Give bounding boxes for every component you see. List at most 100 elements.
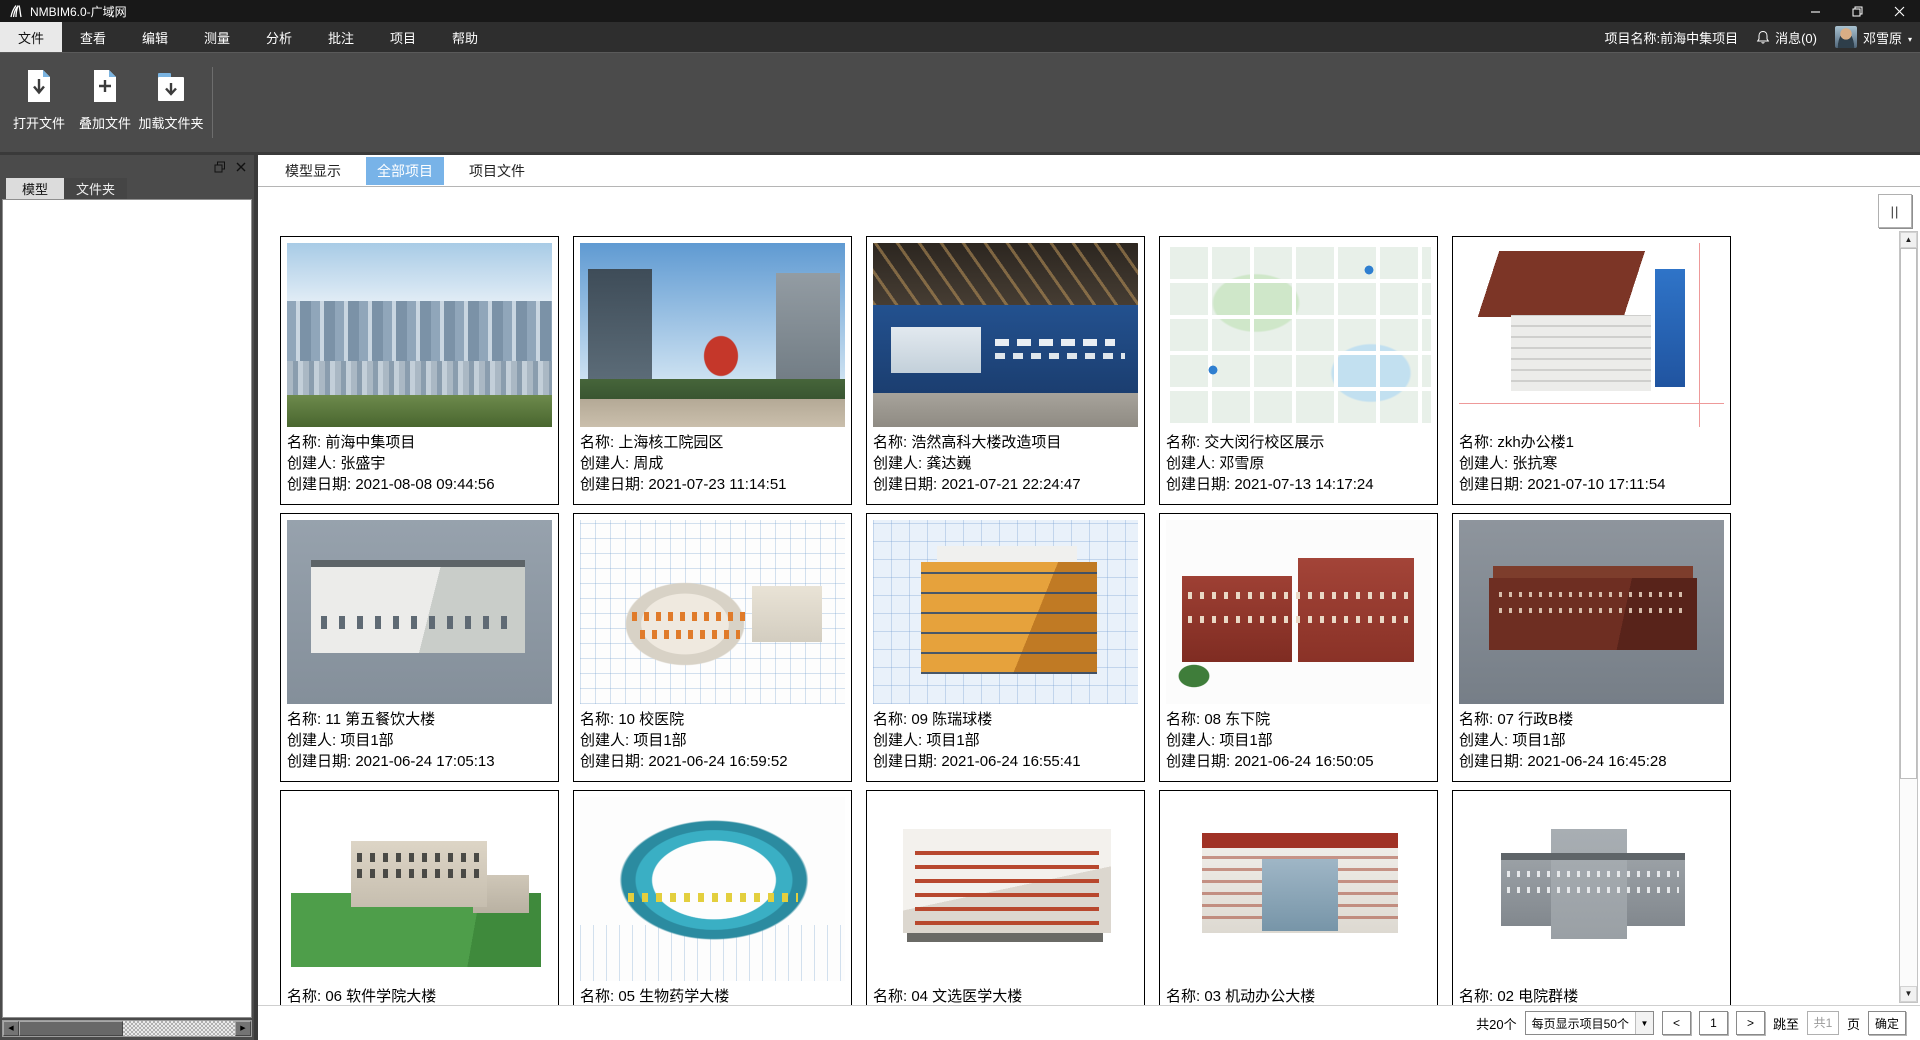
tab-folder-label: 文件夹 [76, 179, 115, 198]
tab-project-files-label: 项目文件 [469, 163, 525, 179]
project-name: 名称: 05 生物药学大楼 [580, 986, 845, 1005]
load-folder-button[interactable]: 加载文件夹 [138, 59, 204, 152]
user-menu[interactable]: 邓雪原 ▾ [1835, 26, 1912, 48]
left-panel-hscrollbar[interactable]: ◀ ▶ [2, 1020, 252, 1037]
project-card[interactable]: 名称: 交大闵行校区展示创建人: 邓雪原创建日期: 2021-07-13 14:… [1159, 236, 1438, 505]
menu-item-编辑[interactable]: 编辑 [124, 22, 186, 52]
chevron-down-icon: ▾ [1908, 35, 1912, 44]
next-page-button[interactable]: > [1736, 1011, 1765, 1035]
project-info: 名称: 07 行政B楼创建人: 项目1部创建日期: 2021-06-24 16:… [1459, 709, 1724, 772]
float-panel-icon[interactable] [214, 161, 226, 173]
project-card[interactable]: 名称: 02 电院群楼 [1452, 790, 1731, 1005]
overlay-file-label: 叠加文件 [79, 113, 131, 132]
left-panel-header [0, 155, 254, 178]
project-info: 名称: 05 生物药学大楼 [580, 986, 845, 1005]
menu-item-批注[interactable]: 批注 [310, 22, 372, 52]
close-panel-icon[interactable] [235, 161, 247, 173]
project-name: 名称: zkh办公楼1 [1459, 432, 1724, 453]
jump-page-input[interactable] [1807, 1011, 1839, 1035]
menu-item-文件[interactable]: 文件 [0, 22, 62, 52]
project-card[interactable]: 名称: zkh办公楼1创建人: 张抗寒创建日期: 2021-07-10 17:1… [1452, 236, 1731, 505]
file-overlay-icon [90, 68, 120, 104]
tab-project-files[interactable]: 项目文件 [458, 157, 536, 185]
project-creator: 创建人: 周成 [580, 453, 845, 474]
project-grid: 名称: 前海中集项目创建人: 张盛宇创建日期: 2021-08-08 09:44… [258, 187, 1880, 1005]
project-name: 名称: 07 行政B楼 [1459, 709, 1724, 730]
project-date: 创建日期: 2021-06-24 17:05:13 [287, 751, 552, 772]
project-name: 名称: 浩然高科大楼改造项目 [873, 432, 1138, 453]
scroll-down-icon[interactable]: ▼ [1900, 986, 1917, 1002]
left-panel-tabs: 模型 文件夹 [0, 178, 254, 199]
project-card[interactable]: 名称: 05 生物药学大楼 [573, 790, 852, 1005]
prev-page-button[interactable]: < [1662, 1011, 1691, 1035]
scroll-right-icon[interactable]: ▶ [235, 1021, 251, 1036]
project-card[interactable]: 名称: 06 软件学院大楼 [280, 790, 559, 1005]
restore-button[interactable] [1836, 0, 1878, 22]
menu-item-帮助[interactable]: 帮助 [434, 22, 496, 52]
admin-model-thumbnail [1459, 520, 1724, 704]
load-folder-label: 加载文件夹 [138, 113, 203, 132]
pause-icon: || [1891, 204, 1900, 219]
project-card[interactable]: 名称: 09 陈瑞球楼创建人: 项目1部创建日期: 2021-06-24 16:… [866, 513, 1145, 782]
menu-item-查看[interactable]: 查看 [62, 22, 124, 52]
tab-model[interactable]: 模型 [6, 178, 64, 199]
model-tree-view[interactable] [2, 199, 252, 1018]
scroll-left-icon[interactable]: ◀ [3, 1021, 19, 1036]
open-file-button[interactable]: 打开文件 [6, 59, 72, 152]
project-info: 名称: 09 陈瑞球楼创建人: 项目1部创建日期: 2021-06-24 16:… [873, 709, 1138, 772]
main-vscrollbar[interactable]: ▲ ▼ [1899, 231, 1918, 1003]
ee-complex-model-thumbnail [1459, 797, 1724, 981]
project-info: 名称: 浩然高科大楼改造项目创建人: 龚达巍创建日期: 2021-07-21 2… [873, 432, 1138, 495]
tab-model-label: 模型 [22, 179, 48, 198]
bell-icon [1756, 30, 1770, 44]
page-size-select[interactable]: 每页显示项目50个 ▼ [1525, 1011, 1654, 1035]
project-date: 创建日期: 2021-06-24 16:50:05 [1166, 751, 1431, 772]
menu-item-项目[interactable]: 项目 [372, 22, 434, 52]
tab-model-display-label: 模型显示 [285, 163, 341, 179]
wenxuan-model-thumbnail [873, 797, 1138, 981]
hscroll-thumb[interactable] [19, 1021, 123, 1036]
project-info: 名称: 08 东下院创建人: 项目1部创建日期: 2021-06-24 16:5… [1166, 709, 1431, 772]
current-page-button[interactable]: 1 [1699, 1011, 1728, 1035]
city-aerial-thumbnail [287, 243, 552, 427]
project-name-label: 项目名称:前海中集项目 [1604, 28, 1738, 47]
project-card[interactable]: 名称: 11 第五餐饮大楼创建人: 项目1部创建日期: 2021-06-24 1… [280, 513, 559, 782]
left-panel: 模型 文件夹 ◀ ▶ [0, 155, 258, 1040]
minimize-button[interactable] [1794, 0, 1836, 22]
close-button[interactable] [1878, 0, 1920, 22]
project-date: 创建日期: 2021-07-10 17:11:54 [1459, 474, 1724, 495]
tab-folder[interactable]: 文件夹 [64, 178, 127, 199]
project-card[interactable]: 名称: 上海核工院园区创建人: 周成创建日期: 2021-07-23 11:14… [573, 236, 852, 505]
tab-model-display[interactable]: 模型显示 [274, 157, 352, 185]
collapse-panel-button[interactable]: || [1878, 194, 1912, 228]
confirm-button[interactable]: 确定 [1868, 1011, 1906, 1035]
menu-item-测量[interactable]: 测量 [186, 22, 248, 52]
overlay-file-button[interactable]: 叠加文件 [72, 59, 138, 152]
scroll-up-icon[interactable]: ▲ [1900, 232, 1917, 248]
total-count-label: 共20个 [1476, 1014, 1516, 1033]
window-title: NMBIM6.0-广域网 [30, 3, 127, 20]
project-card[interactable]: 名称: 浩然高科大楼改造项目创建人: 龚达巍创建日期: 2021-07-21 2… [866, 236, 1145, 505]
project-card[interactable]: 名称: 前海中集项目创建人: 张盛宇创建日期: 2021-08-08 09:44… [280, 236, 559, 505]
messages-button[interactable]: 消息(0) [1756, 28, 1817, 47]
construction-banner-thumbnail [873, 243, 1138, 427]
project-name: 名称: 03 机动办公大楼 [1166, 986, 1431, 1005]
tab-all-projects[interactable]: 全部项目 [366, 157, 444, 185]
project-info: 名称: 前海中集项目创建人: 张盛宇创建日期: 2021-08-08 09:44… [287, 432, 552, 495]
nmbim-window: NMBIM6.0-广域网 文件查看编辑测量分析批注项目帮助 项目名称:前海中集项… [0, 0, 1920, 1040]
vscroll-track[interactable] [1900, 248, 1917, 986]
project-info: 名称: 交大闵行校区展示创建人: 邓雪原创建日期: 2021-07-13 14:… [1166, 432, 1431, 495]
file-open-icon [24, 68, 54, 104]
project-card[interactable]: 名称: 08 东下院创建人: 项目1部创建日期: 2021-06-24 16:5… [1159, 513, 1438, 782]
pagination-bar: 共20个 每页显示项目50个 ▼ < 1 > 跳至 页 确定 [258, 1005, 1920, 1040]
project-card[interactable]: 名称: 03 机动办公大楼 [1159, 790, 1438, 1005]
project-date: 创建日期: 2021-07-13 14:17:24 [1166, 474, 1431, 495]
project-card[interactable]: 名称: 07 行政B楼创建人: 项目1部创建日期: 2021-06-24 16:… [1452, 513, 1731, 782]
restore-icon [1852, 6, 1863, 17]
vscroll-thumb[interactable] [1900, 248, 1917, 779]
menu-item-分析[interactable]: 分析 [248, 22, 310, 52]
project-card[interactable]: 名称: 10 校医院创建人: 项目1部创建日期: 2021-06-24 16:5… [573, 513, 852, 782]
project-name: 名称: 10 校医院 [580, 709, 845, 730]
project-card[interactable]: 名称: 04 文选医学大楼 [866, 790, 1145, 1005]
campus-map-thumbnail [1166, 243, 1431, 427]
